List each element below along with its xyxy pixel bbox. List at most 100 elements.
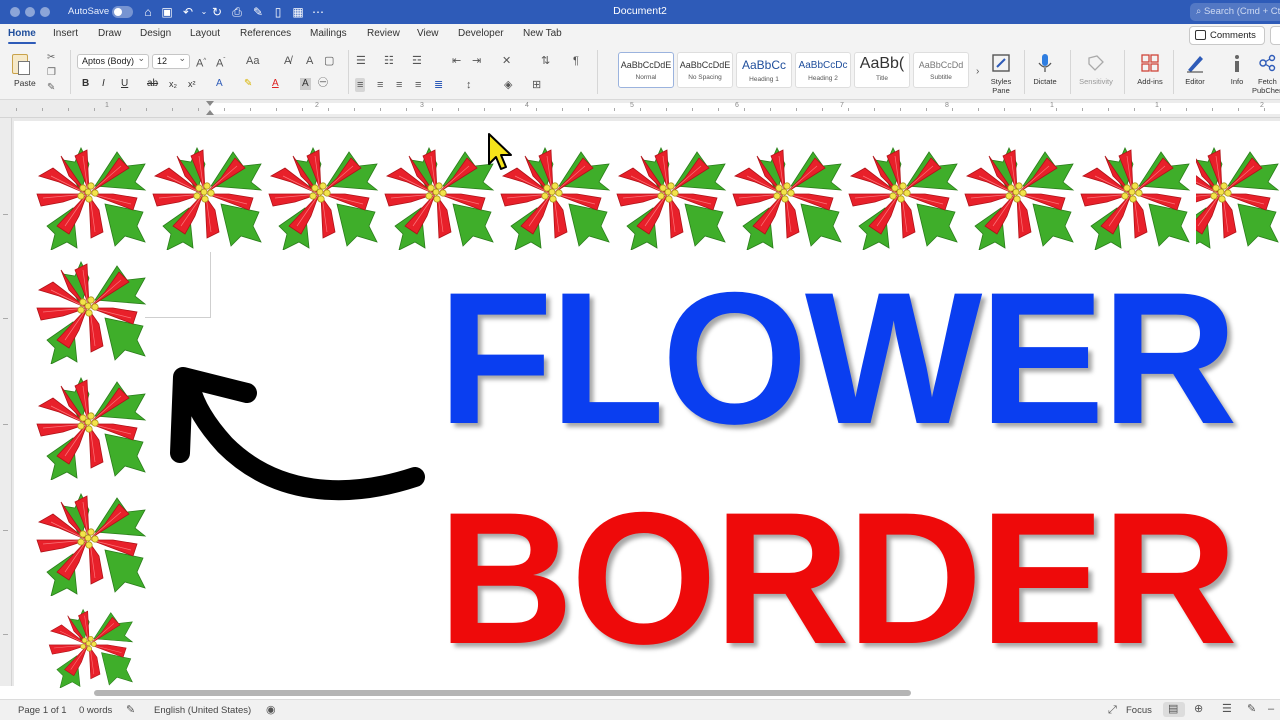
align-right-icon[interactable]: ≡ <box>396 78 402 92</box>
tab-home[interactable]: Home <box>8 28 36 44</box>
show-formatting-icon[interactable]: ¶ <box>573 54 579 68</box>
decrease-indent-icon[interactable]: ⇤ <box>452 54 461 68</box>
comments-button[interactable]: Comments <box>1189 26 1265 45</box>
strikethrough-icon[interactable]: ab <box>147 78 158 90</box>
print-icon[interactable]: ⎙ <box>230 4 244 20</box>
style-normal[interactable]: AaBbCcDdE Normal <box>618 52 674 88</box>
format-painter-icon[interactable]: ✎ <box>47 82 55 94</box>
tab-insert[interactable]: Insert <box>53 28 78 39</box>
tab-mailings[interactable]: Mailings <box>310 28 347 39</box>
tab-developer[interactable]: Developer <box>458 28 504 39</box>
line-spacing-icon[interactable]: ↕ <box>466 78 472 92</box>
sensitivity-button[interactable]: Sensitivity <box>1073 50 1119 96</box>
editor-button[interactable]: Editor <box>1172 50 1218 96</box>
undo-icon[interactable]: ↶ <box>181 4 195 20</box>
fetch-pubchem-button[interactable]: FetchPubChem <box>1250 50 1280 96</box>
borders-icon[interactable]: ⊞ <box>532 78 541 92</box>
align-left-icon[interactable]: ≡ <box>355 78 366 92</box>
subscript-icon[interactable]: x₂ <box>169 78 177 90</box>
table-icon[interactable]: ▦ <box>291 4 305 20</box>
clear-formatting-icon[interactable]: A̸ <box>284 54 291 68</box>
align-center-icon[interactable]: ≡ <box>377 78 383 92</box>
tab-references[interactable]: References <box>240 28 291 39</box>
bold-icon[interactable]: B <box>82 78 89 90</box>
ruler-tick <box>536 108 537 111</box>
increase-indent-icon[interactable]: ⇥ <box>472 54 481 68</box>
print-layout-icon[interactable]: ▤ <box>1168 703 1178 715</box>
text-effects-icon[interactable]: A <box>216 78 223 90</box>
first-line-indent-marker[interactable] <box>206 101 214 106</box>
character-shading-icon[interactable]: A <box>300 78 311 90</box>
home-icon[interactable]: ⌂ <box>141 4 155 20</box>
shading-icon[interactable]: ◈ <box>504 78 512 92</box>
superscript-icon[interactable]: x² <box>188 78 196 90</box>
undo-dropdown-icon[interactable]: ⌄ <box>197 4 211 20</box>
draft-view-icon[interactable]: ✎ <box>1247 703 1256 715</box>
bullets-icon[interactable]: ☰ <box>356 54 366 68</box>
new-doc-icon[interactable]: ▯ <box>271 4 285 20</box>
zoom-out-icon[interactable]: – <box>1268 703 1274 715</box>
styles-pane-button[interactable]: Styles Pane <box>978 50 1024 96</box>
cut-icon[interactable]: ✂ <box>47 52 55 64</box>
language[interactable]: English (United States) <box>154 705 251 716</box>
redo-icon[interactable]: ↻ <box>210 4 224 20</box>
style-title[interactable]: AaBb(Title <box>854 52 910 88</box>
web-layout-icon[interactable]: ⊕ <box>1194 703 1203 715</box>
change-case-icon[interactable]: Aa <box>246 54 259 68</box>
font-name-select[interactable]: Aptos (Body) <box>77 52 149 69</box>
underline-icon[interactable]: U <box>121 78 128 90</box>
page-count[interactable]: Page 1 of 1 <box>18 705 67 716</box>
font-color-icon[interactable]: A <box>272 78 279 90</box>
numbering-icon[interactable]: ☷ <box>384 54 394 68</box>
focus-icon[interactable]: ⤢ <box>1108 704 1117 716</box>
close-window-icon[interactable] <box>10 7 20 17</box>
outline-view-icon[interactable]: ☰ <box>1222 703 1232 715</box>
style-heading-1[interactable]: AaBbCc Heading 1 <box>736 52 792 88</box>
shrink-font-icon[interactable]: Aˇ <box>216 54 225 71</box>
copy-icon[interactable]: ❐ <box>47 67 56 79</box>
paste-icon[interactable] <box>10 52 32 78</box>
sort-icon[interactable]: ⇅ <box>541 54 550 68</box>
save-icon[interactable]: ▣ <box>160 4 174 20</box>
enclose-characters-icon[interactable]: ㊀ <box>318 78 328 90</box>
italic-icon[interactable]: I <box>102 78 105 90</box>
vertical-ruler[interactable] <box>0 118 12 686</box>
focus-label[interactable]: Focus <box>1126 705 1152 716</box>
multilevel-list-icon[interactable]: ☲ <box>412 54 422 68</box>
headline-flower[interactable]: FLOWER <box>438 264 1238 452</box>
tab-review[interactable]: Review <box>367 28 400 39</box>
style-no-spacing[interactable]: AaBbCcDdE No Spacing <box>677 52 733 88</box>
autosave-toggle[interactable] <box>112 6 133 18</box>
tab-view[interactable]: View <box>417 28 439 39</box>
proofing-icon[interactable]: ✎ <box>126 704 135 716</box>
minimize-window-icon[interactable] <box>25 7 35 17</box>
style-subtitle[interactable]: AaBbCcDd Subtitle <box>913 52 969 88</box>
ruler-tick <box>1160 108 1161 111</box>
justify-icon[interactable]: ≡ <box>415 78 421 92</box>
ruler-number: 2 <box>315 102 319 109</box>
more-icon[interactable]: ⋯ <box>311 4 325 20</box>
left-indent-marker[interactable] <box>206 110 214 115</box>
character-border-icon[interactable]: ▢ <box>324 54 334 68</box>
tab-new-tab[interactable]: New Tab <box>523 28 562 39</box>
highlight-icon[interactable]: ✎ <box>244 78 252 90</box>
style-heading-2[interactable]: AaBbCcDc Heading 2 <box>795 52 851 88</box>
accessibility-icon[interactable]: ◉ <box>266 704 276 716</box>
word-count[interactable]: 0 words <box>79 705 112 716</box>
tab-design[interactable]: Design <box>140 28 171 39</box>
font-size-select[interactable]: 12 <box>152 52 190 69</box>
headline-border[interactable]: BORDER <box>438 484 1238 672</box>
add-ins-button[interactable]: Add-ins <box>1127 50 1173 96</box>
grow-font-icon[interactable]: A^ <box>196 54 206 71</box>
asian-layout-icon[interactable]: ✕ <box>502 54 511 68</box>
share-button[interactable] <box>1270 26 1280 45</box>
tab-draw[interactable]: Draw <box>98 28 121 39</box>
edit-doc-icon[interactable]: ✎ <box>251 4 265 20</box>
distributed-icon[interactable]: ≣ <box>434 78 443 92</box>
search-box[interactable]: ⌕ Search (Cmd + Ctrl + U) <box>1190 3 1280 21</box>
zoom-window-icon[interactable] <box>40 7 50 17</box>
phonetic-guide-icon[interactable]: A <box>306 54 313 68</box>
tab-layout[interactable]: Layout <box>190 28 220 39</box>
dictate-button[interactable]: Dictate <box>1022 50 1068 96</box>
horizontal-scrollbar[interactable] <box>94 690 911 696</box>
